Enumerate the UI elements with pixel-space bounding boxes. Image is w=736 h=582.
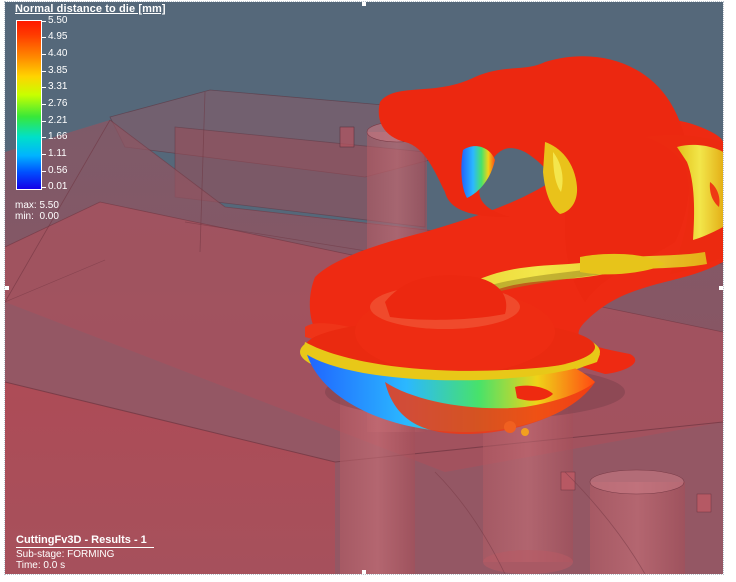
legend-tick xyxy=(42,171,46,172)
resize-handle[interactable] xyxy=(362,2,366,6)
results-title: CuttingFv3D - Results - 1 xyxy=(16,534,147,546)
legend-tick xyxy=(42,71,46,72)
max-value: 5.50 xyxy=(39,200,59,211)
legend-tick-label: 2.21 xyxy=(48,115,68,126)
legend-tick-label: 3.85 xyxy=(48,65,68,76)
legend-tick-label: 4.40 xyxy=(48,48,68,59)
results-title-underline xyxy=(16,547,154,548)
legend-title: Normal distance to die [mm] xyxy=(15,3,166,15)
legend-range: max: 5.50 min: 0.00 xyxy=(15,200,59,222)
min-value: 0.00 xyxy=(39,211,59,222)
forming-scene[interactable] xyxy=(5,2,723,574)
resize-handle[interactable] xyxy=(5,286,9,290)
legend-tick-label: 4.95 xyxy=(48,31,68,42)
legend-tick xyxy=(42,104,46,105)
color-legend-bar xyxy=(16,20,42,190)
legend-tick-label: 5.50 xyxy=(48,15,68,26)
legend-tick-label: 1.11 xyxy=(48,148,67,159)
legend-tick xyxy=(42,37,46,38)
legend-tick xyxy=(42,121,46,122)
time-label: Time: 0.0 s xyxy=(16,560,66,571)
legend-tick-label: 1.66 xyxy=(48,131,68,142)
resize-handle[interactable] xyxy=(719,286,723,290)
legend-tick-label: 3.31 xyxy=(48,81,68,92)
legend-tick xyxy=(42,87,46,88)
legend-tick xyxy=(42,21,46,22)
max-label: max: xyxy=(15,200,37,211)
substage-label: Sub-stage: FORMING xyxy=(16,549,115,560)
min-label: min: xyxy=(15,211,34,222)
legend-tick xyxy=(42,154,46,155)
3d-viewport[interactable]: Normal distance to die [mm] 5.50 4.95 4.… xyxy=(4,1,724,575)
legend-tick-label: 0.56 xyxy=(48,165,68,176)
legend-tick-label: 2.76 xyxy=(48,98,68,109)
legend-tick xyxy=(42,187,46,188)
legend-tick xyxy=(42,137,46,138)
resize-handle[interactable] xyxy=(362,570,366,574)
legend-tick-label: 0.01 xyxy=(48,181,68,192)
legend-tick xyxy=(42,54,46,55)
